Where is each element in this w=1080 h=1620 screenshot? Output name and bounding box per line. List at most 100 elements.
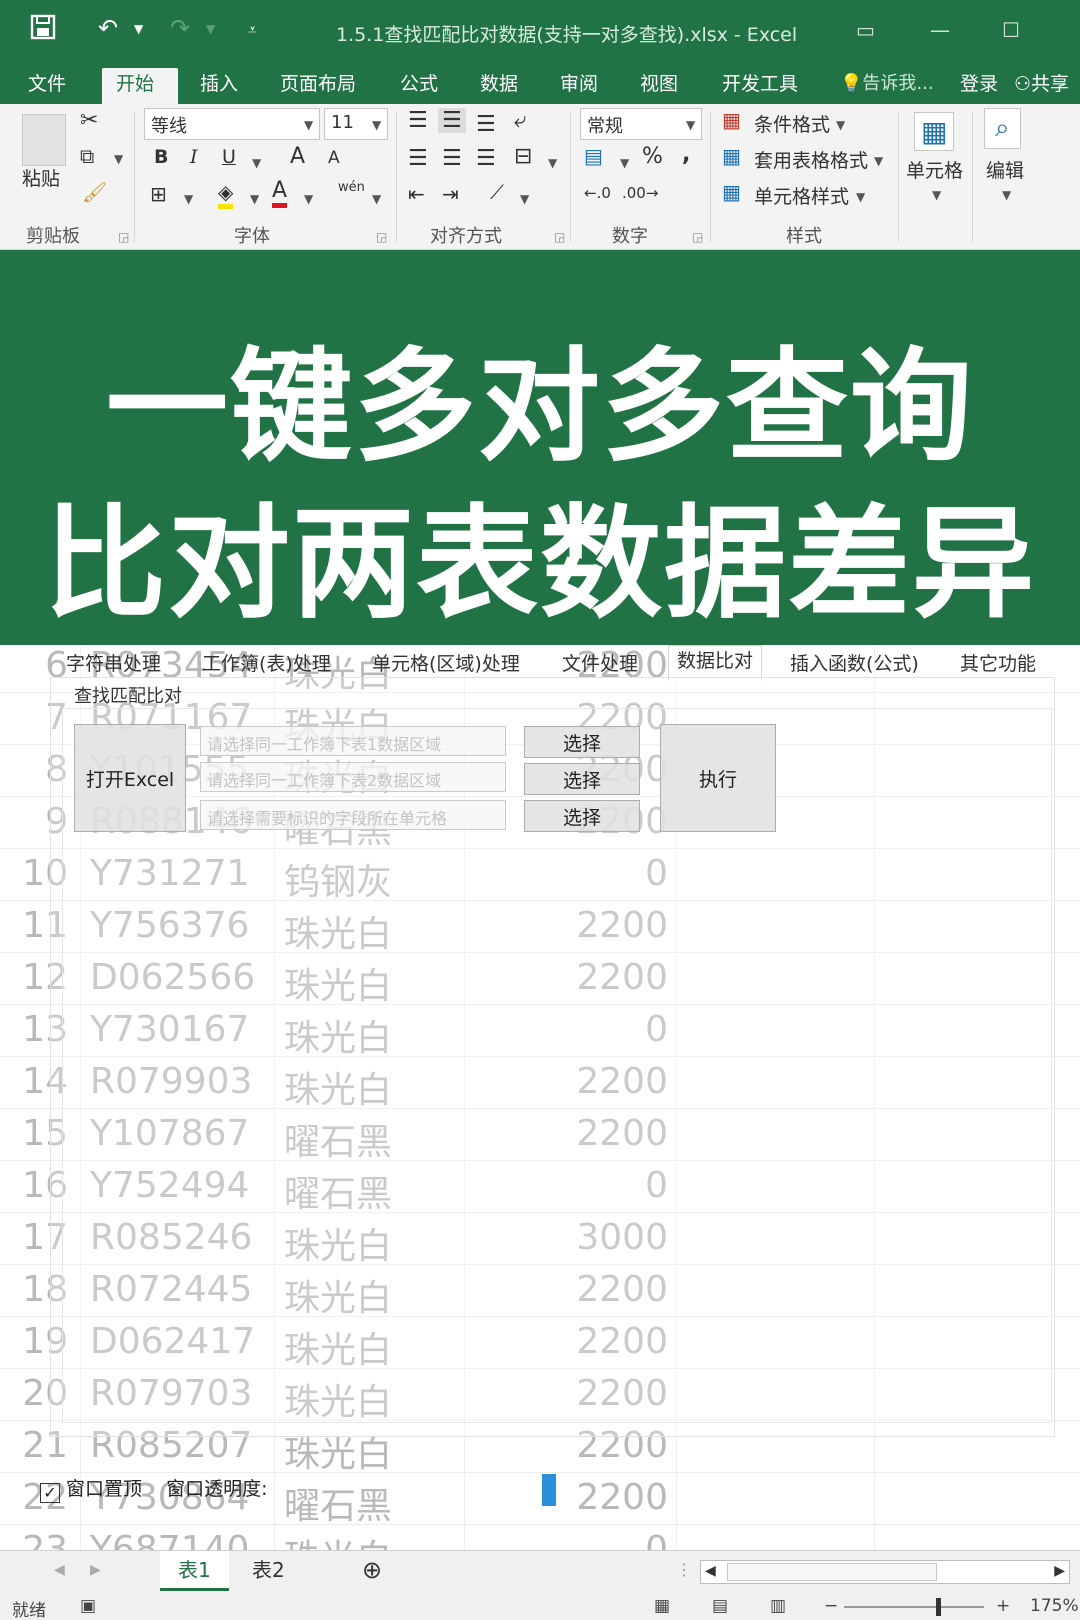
wrap-text-icon[interactable]: ⤶	[514, 108, 526, 133]
font-size-dropdown-icon[interactable]: ▼	[372, 118, 381, 132]
cell-styles-button[interactable]: 单元格样式	[754, 182, 849, 209]
conditional-format-button[interactable]: 条件格式	[754, 110, 830, 137]
fill-color-icon[interactable]: ◈	[218, 180, 234, 209]
tab-review[interactable]: 审阅	[546, 68, 612, 104]
tab-formulas[interactable]: 公式	[386, 68, 452, 104]
save-icon[interactable]	[30, 14, 56, 47]
tool-tab-string[interactable]: 字符串处理	[66, 649, 161, 676]
underline-dropdown-icon[interactable]: ▼	[252, 156, 261, 170]
conditional-format-dropdown-icon[interactable]: ▼	[836, 118, 845, 132]
cut-icon[interactable]: ✂	[80, 108, 98, 133]
number-format-dropdown-icon[interactable]: ▼	[686, 118, 695, 132]
format-as-table-button[interactable]: 套用表格格式	[754, 146, 868, 173]
number-format-select[interactable]: 常规	[580, 108, 702, 140]
tool-tab-other[interactable]: 其它功能	[960, 649, 1036, 676]
font-name-select[interactable]: 等线	[144, 108, 320, 140]
copy-icon[interactable]: ⧉	[80, 144, 94, 168]
minimize-icon[interactable]: —	[930, 18, 950, 42]
tool-tab-cell-range[interactable]: 单元格(区域)处理	[372, 649, 520, 676]
align-middle-icon[interactable]: ☰	[438, 108, 466, 133]
opacity-slider-thumb[interactable]	[542, 1474, 556, 1506]
copy-dropdown-icon[interactable]: ▼	[114, 152, 123, 166]
clipboard-icon[interactable]	[22, 114, 66, 166]
identify-field-cell-field[interactable]: 请选择需要标识的字段所在单元格	[200, 800, 506, 830]
tool-tab-file[interactable]: 文件处理	[562, 649, 638, 676]
maximize-icon[interactable]: ☐	[1002, 18, 1020, 42]
scroll-last-sheet-icon[interactable]: ▶	[72, 1551, 119, 1591]
sheet-tab-2[interactable]: 表2	[234, 1551, 303, 1591]
select-table1-button[interactable]: 选择	[524, 726, 640, 758]
undo-dropdown-icon[interactable]: ▼	[134, 22, 143, 36]
normal-view-icon[interactable]: ▦	[654, 1596, 670, 1616]
product-code-cell[interactable]: Y687140	[90, 1529, 249, 1550]
decrease-decimal-icon[interactable]: .00→	[622, 184, 658, 202]
tab-file[interactable]: 文件	[14, 68, 80, 104]
shrink-font-button[interactable]: A	[328, 148, 340, 168]
merge-dropdown-icon[interactable]: ▼	[548, 156, 557, 170]
borders-icon[interactable]: ⊞	[150, 182, 167, 206]
increase-indent-icon[interactable]: ⇥	[442, 182, 459, 206]
font-name-dropdown-icon[interactable]: ▼	[304, 118, 313, 132]
format-painter-icon[interactable]: 🖌	[82, 180, 107, 204]
color-cell[interactable]: 珠光白	[284, 1529, 392, 1550]
execute-button[interactable]: 执行	[660, 724, 776, 832]
align-left-icon[interactable]: ☰	[408, 146, 428, 171]
scroll-left-icon[interactable]: ◀	[705, 1563, 716, 1579]
login-link[interactable]: 登录	[946, 68, 1012, 104]
cell-styles-dropdown-icon[interactable]: ▼	[856, 190, 865, 204]
editing-dropdown-icon[interactable]: ▼	[1002, 188, 1011, 202]
phonetic-dropdown-icon[interactable]: ▼	[372, 192, 381, 206]
font-color-dropdown-icon[interactable]: ▼	[304, 192, 313, 206]
align-top-icon[interactable]: ☰	[408, 108, 428, 133]
number-launcher-icon[interactable]: ◲	[692, 230, 703, 244]
zoom-in-icon[interactable]: +	[996, 1596, 1010, 1616]
alignment-launcher-icon[interactable]: ◲	[554, 230, 565, 244]
sheet-tab-1[interactable]: 表1	[160, 1551, 229, 1591]
table2-range-field[interactable]: 请选择同一工作簿下表2数据区域	[200, 762, 506, 792]
merge-center-icon[interactable]: ⊟	[514, 144, 532, 169]
tool-tab-workbook[interactable]: 工作簿(表)处理	[202, 649, 331, 676]
quantity-cell[interactable]: 2200	[540, 1477, 668, 1518]
increase-decimal-icon[interactable]: ←.0	[584, 184, 611, 202]
tab-view[interactable]: 视图	[626, 68, 692, 104]
orientation-dropdown-icon[interactable]: ▼	[520, 192, 529, 206]
always-on-top-checkbox[interactable]: ✓ 窗口置顶	[40, 1478, 142, 1503]
align-center-icon[interactable]: ☰	[442, 146, 462, 171]
clipboard-launcher-icon[interactable]: ◲	[118, 230, 129, 244]
tab-developer[interactable]: 开发工具	[708, 68, 812, 104]
open-excel-button[interactable]: 打开Excel	[74, 724, 186, 832]
comma-style-button[interactable]: ,	[682, 142, 690, 167]
subtab-lookup-compare[interactable]: 查找匹配比对	[74, 682, 182, 708]
page-break-view-icon[interactable]: ▥	[770, 1596, 786, 1616]
borders-dropdown-icon[interactable]: ▼	[184, 192, 193, 206]
zoom-slider-track[interactable]	[844, 1606, 984, 1608]
quantity-cell[interactable]: 0	[540, 1529, 668, 1550]
share-button[interactable]: ⚇共享	[1014, 68, 1069, 104]
table1-range-field[interactable]: 请选择同一工作簿下表1数据区域	[200, 726, 506, 756]
row-number[interactable]: 23	[18, 1529, 68, 1550]
scrollbar-thumb[interactable]	[727, 1563, 937, 1581]
macro-record-icon[interactable]: ▣	[80, 1596, 96, 1616]
align-right-icon[interactable]: ☰	[476, 146, 496, 171]
font-color-button[interactable]: A	[272, 178, 288, 208]
accounting-dropdown-icon[interactable]: ▼	[620, 156, 629, 170]
undo-icon[interactable]: ↶	[98, 14, 118, 42]
format-table-dropdown-icon[interactable]: ▼	[874, 154, 883, 168]
tab-page-layout[interactable]: 页面布局	[266, 68, 370, 104]
zoom-level[interactable]: 175%	[1030, 1596, 1079, 1616]
editing-button[interactable]: 编辑	[986, 156, 1024, 183]
phonetic-guide-button[interactable]: wén	[338, 180, 365, 195]
tab-home[interactable]: 开始	[102, 68, 178, 104]
scroll-right-icon[interactable]: ▶	[1054, 1563, 1065, 1579]
customize-qat-icon[interactable]: ⩡	[248, 20, 257, 40]
orientation-icon[interactable]: ⟋	[490, 180, 504, 204]
zoom-slider-thumb[interactable]	[936, 1598, 941, 1616]
align-bottom-icon[interactable]: ☰	[476, 112, 496, 137]
fill-color-dropdown-icon[interactable]: ▼	[250, 192, 259, 206]
tab-insert[interactable]: 插入	[186, 68, 252, 104]
select-table2-button[interactable]: 选择	[524, 763, 640, 795]
font-launcher-icon[interactable]: ◲	[376, 230, 387, 244]
ribbon-display-icon[interactable]: ▭	[856, 18, 875, 42]
cells-button[interactable]: 单元格	[906, 156, 963, 183]
horizontal-scrollbar[interactable]: ◀ ▶	[700, 1560, 1070, 1584]
